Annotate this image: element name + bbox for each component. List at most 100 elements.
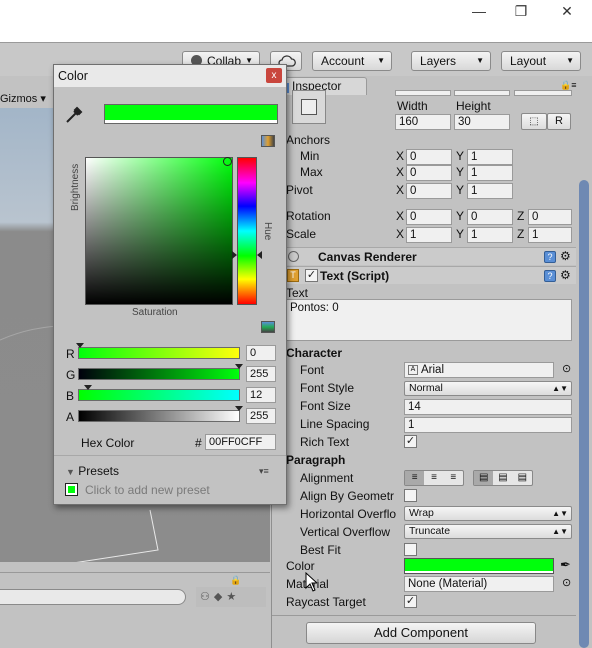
align-by-geometry-checkbox[interactable] [404, 489, 417, 502]
add-component-button[interactable]: Add Component [306, 622, 536, 644]
font-field[interactable]: A Arial [404, 362, 554, 378]
red-slider-handle[interactable] [76, 343, 84, 348]
help-icon[interactable]: ? [544, 251, 556, 263]
lock-icon[interactable]: 🔒 [230, 575, 241, 586]
pivot-y-field[interactable]: 1 [467, 183, 513, 199]
best-fit-checkbox[interactable] [404, 543, 417, 556]
inspector-scrollbar[interactable] [579, 180, 589, 648]
hue-handle-left[interactable] [232, 251, 237, 259]
close-icon[interactable]: x [266, 68, 282, 83]
hue-handle-right[interactable] [257, 251, 262, 259]
settings-gear-icon[interactable]: ⚙ [560, 268, 571, 282]
eyedropper-icon[interactable] [64, 105, 84, 125]
pos-x-field[interactable] [395, 90, 451, 96]
raw-edit-button[interactable]: R [547, 113, 571, 130]
anchor-max-x-field[interactable]: 0 [406, 165, 452, 181]
font-style-dropdown[interactable]: Normal ▲▼ [404, 381, 572, 396]
hue-slider[interactable] [237, 157, 257, 305]
blueprint-mode-button[interactable]: ⬚ [521, 113, 547, 130]
close-icon[interactable]: ✕ [552, 2, 582, 20]
settings-gear-icon[interactable]: ⚙ [560, 249, 571, 263]
rotation-z-field[interactable]: 0 [528, 209, 572, 225]
layout-dropdown[interactable]: Layout ▼ [501, 51, 581, 71]
axis-x-label: X [396, 149, 405, 163]
account-dropdown[interactable]: Account ▼ [312, 51, 392, 71]
vertical-overflow-dropdown[interactable]: Truncate ▲▼ [404, 524, 572, 539]
rich-text-checkbox[interactable]: ✓ [404, 435, 417, 448]
alpha-slider-handle[interactable] [235, 406, 243, 411]
height-field[interactable]: 30 [454, 114, 510, 130]
project-panel: 🔒 ⚇◆★ [0, 572, 270, 648]
favorite-star-icon[interactable]: ★ [226, 591, 240, 603]
line-spacing-field[interactable]: 1 [404, 417, 572, 433]
align-left-icon[interactable]: ≡ [405, 471, 425, 485]
anchor-max-label: Max [300, 165, 323, 179]
pos-z-field[interactable] [514, 90, 572, 96]
character-section-title: Character [286, 346, 343, 360]
preset-swatch[interactable] [65, 483, 78, 496]
rotation-x-field[interactable]: 0 [406, 209, 452, 225]
anchor-preset-button[interactable] [292, 90, 326, 124]
align-bottom-icon[interactable]: ▤ [513, 471, 532, 485]
blue-slider-handle[interactable] [84, 385, 92, 390]
green-slider-handle[interactable] [235, 364, 243, 369]
text-enabled-checkbox[interactable]: ✓ [305, 269, 318, 282]
object-picker-icon[interactable]: ⊙ [562, 576, 571, 589]
scale-x-field[interactable]: 1 [406, 227, 452, 243]
anchor-min-y-field[interactable]: 1 [467, 149, 513, 165]
minimize-icon[interactable]: — [464, 2, 494, 20]
slider-mode-icon[interactable] [261, 321, 275, 333]
hex-color-field[interactable]: 00FF0CFF [205, 434, 276, 450]
red-slider[interactable] [78, 347, 240, 359]
color-picker-title: Color [58, 69, 88, 83]
filter-by-type-icon[interactable]: ⚇ [200, 591, 214, 603]
pos-y-field[interactable] [454, 90, 510, 96]
text-value-area[interactable]: Pontos: 0 [286, 299, 572, 341]
presets-foldout[interactable]: ▼ Presets [66, 464, 119, 478]
raycast-target-checkbox[interactable]: ✓ [404, 595, 417, 608]
axis-y-label: Y [456, 183, 465, 197]
color-swatch[interactable] [404, 558, 554, 574]
eyedropper-icon[interactable]: ✒ [560, 557, 571, 573]
text-script-header[interactable]: T ✓ Text (Script) ? ⚙ [272, 266, 576, 284]
color-picker-title-bar[interactable]: Color x [54, 65, 286, 87]
gizmos-dropdown[interactable]: Gizmos ▾ [0, 92, 46, 105]
scale-z-field[interactable]: 1 [528, 227, 572, 243]
material-field[interactable]: None (Material) [404, 576, 554, 592]
add-preset-label[interactable]: Click to add new preset [85, 483, 210, 497]
blue-slider[interactable] [78, 389, 240, 401]
green-value-field[interactable]: 255 [246, 366, 276, 382]
alpha-value-field[interactable]: 255 [246, 408, 276, 424]
align-top-icon[interactable]: ▤ [474, 471, 494, 485]
font-size-field[interactable]: 14 [404, 399, 572, 415]
layers-dropdown[interactable]: Layers ▼ [411, 51, 491, 71]
layout-label: Layout [510, 54, 547, 68]
anchor-max-y-field[interactable]: 1 [467, 165, 513, 181]
project-search-input[interactable] [0, 589, 186, 605]
align-right-icon[interactable]: ≡ [444, 471, 463, 485]
font-size-label: Font Size [300, 399, 351, 413]
blue-value-field[interactable]: 12 [246, 387, 276, 403]
anchor-min-x-field[interactable]: 0 [406, 149, 452, 165]
height-label: Height [456, 99, 491, 113]
width-field[interactable]: 160 [395, 114, 451, 130]
color-mode-icon[interactable] [261, 135, 275, 147]
green-slider[interactable] [78, 368, 240, 380]
align-middle-icon[interactable]: ▤ [493, 471, 512, 485]
horizontal-overflow-dropdown[interactable]: Wrap ▲▼ [404, 506, 572, 521]
pivot-x-field[interactable]: 0 [406, 183, 452, 199]
sv-handle[interactable] [223, 157, 232, 166]
help-icon[interactable]: ? [544, 270, 556, 282]
object-picker-icon[interactable]: ⊙ [562, 362, 571, 375]
align-by-geometry-label: Align By Geometr [300, 489, 395, 503]
scale-y-field[interactable]: 1 [467, 227, 513, 243]
red-value-field[interactable]: 0 [246, 345, 276, 361]
canvas-renderer-header[interactable]: Canvas Renderer ? ⚙ [272, 247, 576, 265]
maximize-icon[interactable]: ❐ [506, 2, 536, 20]
alpha-slider[interactable] [78, 410, 240, 422]
filter-by-label-icon[interactable]: ◆ [214, 591, 226, 603]
saturation-brightness-box[interactable] [85, 157, 233, 305]
align-center-icon[interactable]: ≡ [424, 471, 443, 485]
rotation-y-field[interactable]: 0 [467, 209, 513, 225]
presets-menu-icon[interactable]: ▾≡ [259, 466, 269, 477]
